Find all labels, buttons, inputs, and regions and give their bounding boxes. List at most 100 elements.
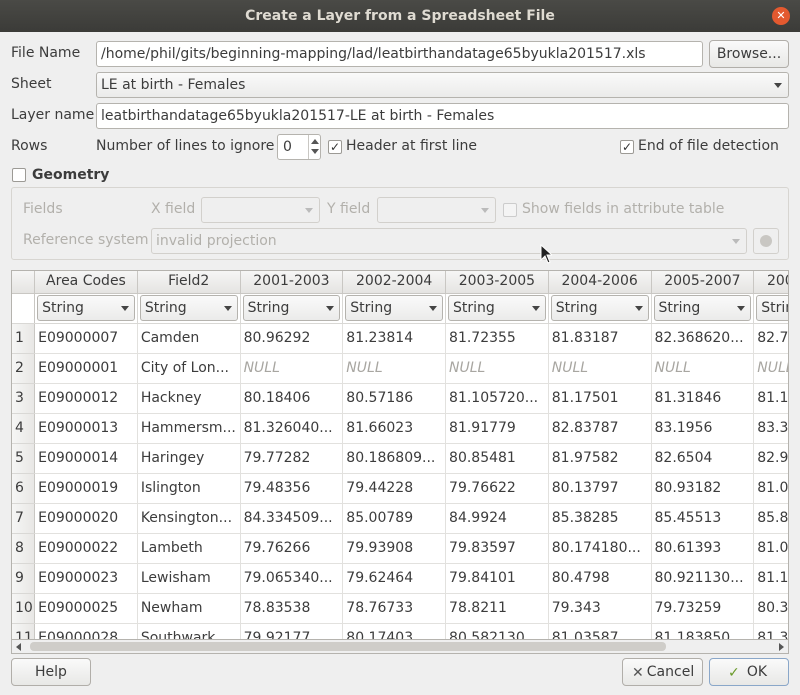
column-header[interactable]: 2006-2008	[753, 271, 788, 294]
horizontal-scrollbar[interactable]	[11, 640, 789, 654]
table-row[interactable]: 7 E09000020 Kensington... 84.334509... 85.00…	[12, 503, 788, 534]
table-cell[interactable]: Southwark	[137, 623, 241, 639]
table-cell[interactable]: 85.00789	[342, 503, 447, 534]
table-row[interactable]: 1 E09000007 Camden 80.96292 81.23814 81.72355…	[12, 323, 788, 354]
table-cell[interactable]: E09000019	[34, 473, 138, 504]
table-cell[interactable]: City of Lon...	[137, 353, 241, 384]
row-number[interactable]: 9	[12, 563, 36, 594]
table-cell[interactable]: 81.39...	[753, 623, 788, 639]
table-cell[interactable]: 80.30...	[753, 593, 788, 624]
table-cell[interactable]: 79.62464	[342, 563, 447, 594]
table-cell[interactable]: 85.38285	[548, 503, 652, 534]
table-cell[interactable]: E09000022	[34, 533, 138, 564]
table-cell[interactable]: 79.73259	[651, 593, 755, 624]
table-cell[interactable]: 83.30...	[753, 413, 788, 444]
table-row[interactable]: 5 E09000014 Haringey 79.77282 80.186809... 80…	[12, 443, 788, 474]
table-row[interactable]: 4 E09000013 Hammersm... 81.326040... 81.6602…	[12, 413, 788, 444]
column-header[interactable]: Area Codes	[34, 271, 138, 294]
table-cell[interactable]: NULL	[548, 353, 652, 384]
column-header[interactable]: Field2	[137, 271, 241, 294]
table-cell[interactable]: 80.85481	[445, 443, 549, 474]
table-cell[interactable]: 79.92177	[240, 623, 344, 639]
scroll-left-icon[interactable]	[16, 643, 21, 651]
table-cell[interactable]: 81.17501	[548, 383, 652, 414]
table-row[interactable]: 2 E09000001 City of Lon... NULL NULL NULL NULL…	[12, 353, 788, 384]
table-cell[interactable]: E09000012	[34, 383, 138, 414]
table-cell[interactable]: 78.76733	[342, 593, 447, 624]
row-number[interactable]: 1	[12, 323, 36, 354]
table-cell[interactable]: 80.93182	[651, 473, 755, 504]
scroll-right-icon[interactable]	[779, 643, 784, 651]
table-cell[interactable]: 81.23814	[342, 323, 447, 354]
table-cell[interactable]: 79.84101	[445, 563, 549, 594]
table-cell[interactable]: 82.97...	[753, 443, 788, 474]
row-number[interactable]: 10	[12, 593, 36, 624]
table-cell[interactable]: NULL	[651, 353, 755, 384]
table-cell[interactable]: 80.186809...	[342, 443, 447, 474]
table-cell[interactable]: Hammersm...	[137, 413, 241, 444]
show-fields-checkbox[interactable]	[503, 203, 517, 217]
preview-table[interactable]: Area Codes Field2 2001-2003 2002-2004 2003-2…	[11, 270, 789, 640]
column-type-select[interactable]: String	[345, 295, 444, 321]
table-cell[interactable]: E09000025	[34, 593, 138, 624]
table-cell[interactable]: 80.96292	[240, 323, 344, 354]
table-cell[interactable]: 80.174180...	[548, 533, 652, 564]
table-cell[interactable]: 79.76622	[445, 473, 549, 504]
table-cell[interactable]: 80.582130	[445, 623, 549, 639]
column-type-select[interactable]: String	[756, 295, 788, 321]
table-cell[interactable]: 81.01...	[753, 533, 788, 564]
table-cell[interactable]: 80.18406	[240, 383, 344, 414]
column-header[interactable]: 2003-2005	[445, 271, 549, 294]
help-button[interactable]: Help	[11, 658, 91, 686]
table-cell[interactable]: 81.105720...	[445, 383, 549, 414]
table-cell[interactable]: 82.368620...	[651, 323, 755, 354]
ok-button[interactable]: ✓ OK	[709, 658, 789, 686]
table-cell[interactable]: Newham	[137, 593, 241, 624]
table-cell[interactable]: 85.45513	[651, 503, 755, 534]
row-number[interactable]: 5	[12, 443, 36, 474]
table-cell[interactable]: 80.4798	[548, 563, 652, 594]
table-cell[interactable]: 81.03587	[548, 623, 652, 639]
table-cell[interactable]: 78.8211	[445, 593, 549, 624]
table-row[interactable]: 3 E09000012 Hackney 80.18406 80.57186 81.1057…	[12, 383, 788, 414]
column-header[interactable]: 2005-2007	[651, 271, 755, 294]
table-cell[interactable]: E09000007	[34, 323, 138, 354]
geometry-checkbox[interactable]	[12, 168, 26, 182]
row-number[interactable]: 11	[12, 623, 36, 639]
scrollbar-thumb[interactable]	[30, 642, 666, 651]
table-cell[interactable]: 81.326040...	[240, 413, 344, 444]
column-type-select[interactable]: String	[550, 295, 649, 321]
table-cell[interactable]: NULL	[753, 353, 788, 384]
column-type-select[interactable]: String	[139, 295, 238, 321]
column-type-select[interactable]: String	[37, 295, 135, 321]
spin-arrows-icon[interactable]	[308, 135, 320, 159]
table-cell[interactable]: 81.72355	[445, 323, 549, 354]
table-cell[interactable]: NULL	[342, 353, 447, 384]
reference-system-select[interactable]: invalid projection	[151, 228, 747, 254]
file-name-input[interactable]: /home/phil/gits/beginning-mapping/lad/le…	[96, 41, 703, 67]
row-number[interactable]: 4	[12, 413, 36, 444]
lines-to-ignore-spinbox[interactable]: 0	[277, 134, 321, 160]
table-cell[interactable]: 84.334509...	[240, 503, 344, 534]
table-cell[interactable]: NULL	[240, 353, 344, 384]
table-row[interactable]: 9 E09000023 Lewisham 79.065340... 79.62464 79…	[12, 563, 788, 594]
table-cell[interactable]: 80.61393	[651, 533, 755, 564]
table-cell[interactable]: 83.1956	[651, 413, 755, 444]
table-cell[interactable]: 78.83538	[240, 593, 344, 624]
column-header[interactable]: 2004-2006	[548, 271, 652, 294]
table-cell[interactable]: 80.17403	[342, 623, 447, 639]
table-cell[interactable]: E09000020	[34, 503, 138, 534]
table-cell[interactable]: E09000028	[34, 623, 138, 639]
row-number[interactable]: 3	[12, 383, 36, 414]
column-type-select[interactable]: String	[653, 295, 752, 321]
table-cell[interactable]: 79.93908	[342, 533, 447, 564]
table-cell[interactable]: 79.77282	[240, 443, 344, 474]
table-cell[interactable]: 82.6504	[651, 443, 755, 474]
table-cell[interactable]: Kensington...	[137, 503, 241, 534]
end-of-file-checkbox[interactable]: ✓	[620, 140, 634, 154]
table-cell[interactable]: 81.08...	[753, 473, 788, 504]
table-cell[interactable]: 80.921130...	[651, 563, 755, 594]
table-cell[interactable]: E09000023	[34, 563, 138, 594]
table-cell[interactable]: 79.76266	[240, 533, 344, 564]
table-cell[interactable]: 79.065340...	[240, 563, 344, 594]
